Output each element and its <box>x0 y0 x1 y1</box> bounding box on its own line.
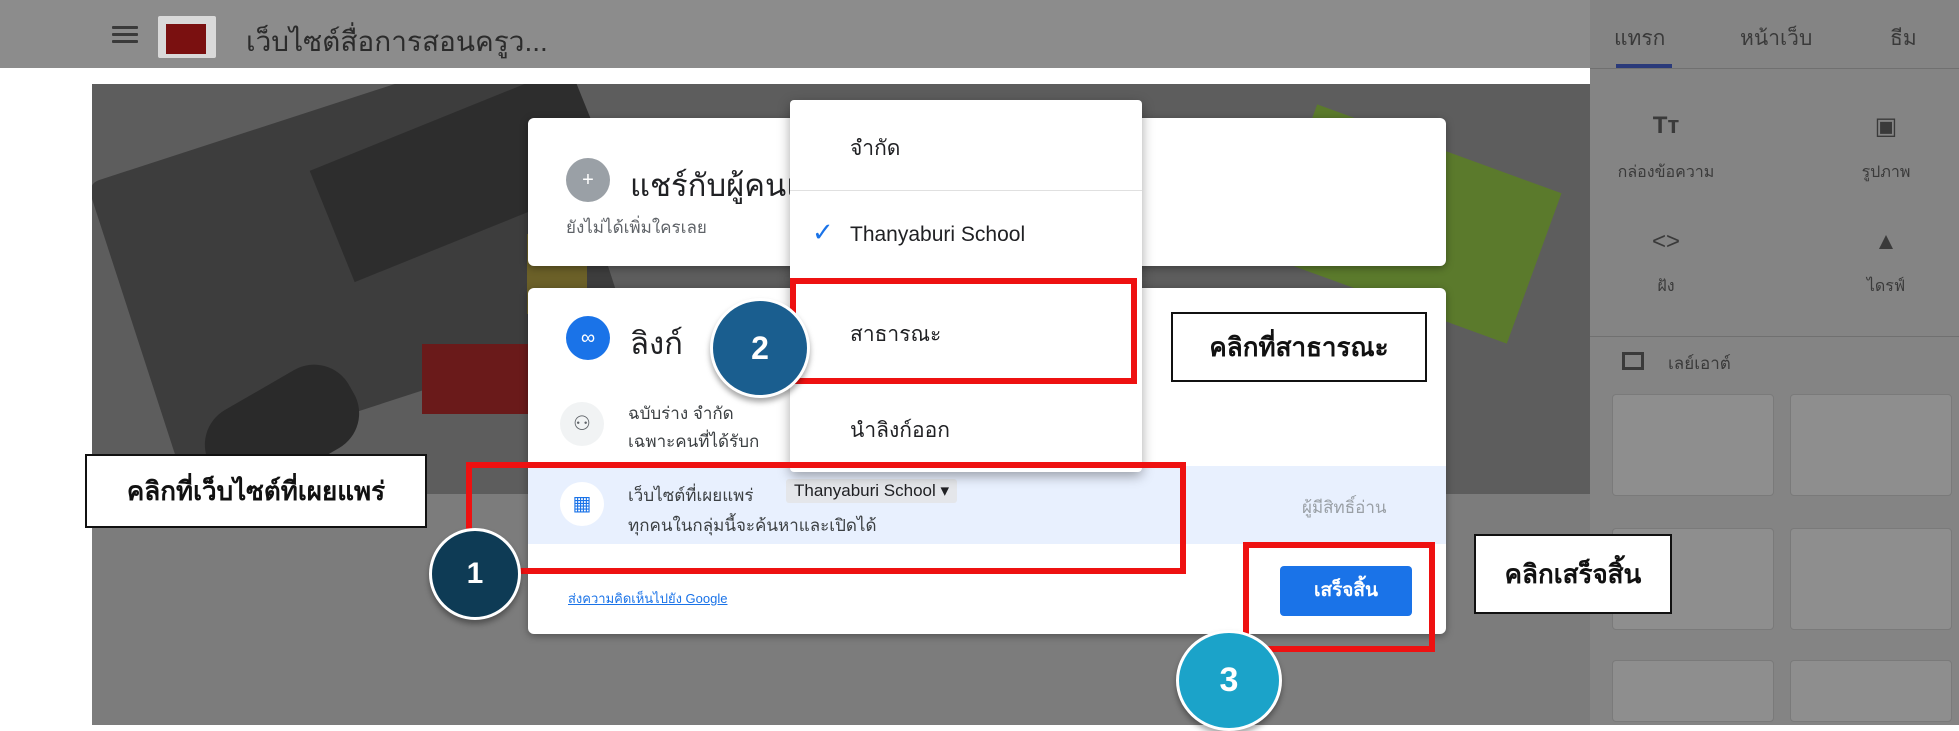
layout-option[interactable] <box>1790 660 1952 722</box>
link-icon: ∞ <box>566 316 610 360</box>
menu-item-label: Thanyaburi School <box>850 223 1026 246</box>
layouts-label: เลย์เอาต์ <box>1668 354 1731 373</box>
step-badge-3: 3 <box>1176 630 1282 731</box>
menu-item-remove-link[interactable]: นำลิงก์ออก <box>790 382 1142 472</box>
people-icon: ⚇ <box>560 402 604 446</box>
layout-option[interactable] <box>1790 394 1952 496</box>
image-icon[interactable]: ▣ <box>1836 112 1936 141</box>
tab-pages[interactable]: หน้าเว็บ <box>1740 22 1812 55</box>
layout-option[interactable] <box>1790 528 1952 630</box>
layout-option[interactable] <box>1612 394 1774 496</box>
drive-icon[interactable]: ▲ <box>1836 228 1936 256</box>
step-badge-1: 1 <box>429 528 521 620</box>
site-logo <box>158 16 216 58</box>
layout-icon <box>1622 352 1644 370</box>
callout-click-public: คลิกที่สาธารณะ <box>1171 312 1427 382</box>
highlight-public-option <box>790 278 1137 384</box>
panel-divider-2 <box>1590 336 1959 337</box>
menu-item-thanyaburi-school[interactable]: ✓ Thanyaburi School <box>790 191 1142 281</box>
embed-icon[interactable]: <> <box>1616 228 1716 256</box>
tab-themes[interactable]: ธีม <box>1890 22 1917 55</box>
send-feedback-link[interactable]: ส่งความคิดเห็นไปยัง Google <box>568 588 727 609</box>
draft-access-description: เฉพาะคนที่ได้รับก <box>628 432 760 451</box>
embed-label: ฝัง <box>1657 278 1675 295</box>
menu-item-label: จำกัด <box>850 137 901 160</box>
link-card-title: ลิงก์ <box>630 326 683 361</box>
image-label: รูปภาพ <box>1861 164 1911 181</box>
add-person-icon: + <box>566 158 610 202</box>
text-box-icon[interactable]: Tт <box>1616 112 1716 140</box>
layout-option[interactable] <box>1612 660 1774 722</box>
permission-label[interactable]: ผู้มีสิทธิ์อ่าน <box>1302 494 1387 521</box>
draft-access-line[interactable]: ฉบับร่าง จำกัด <box>628 400 734 427</box>
hamburger-menu-icon[interactable] <box>112 26 138 44</box>
menu-item-restricted[interactable]: จำกัด <box>790 100 1142 190</box>
text-box-label: กล่องข้อความ <box>1617 164 1715 181</box>
site-header <box>0 0 1590 68</box>
highlight-published-row <box>466 462 1186 574</box>
checkmark-icon: ✓ <box>812 217 834 247</box>
menu-item-label: นำลิงก์ออก <box>850 419 950 442</box>
panel-divider <box>1590 68 1959 69</box>
highlight-done-button <box>1243 542 1435 652</box>
tab-insert[interactable]: แทรก <box>1614 22 1665 55</box>
share-card-subtitle: ยังไม่ได้เพิ่มใครเลย <box>566 218 707 237</box>
share-card-title: แชร์กับผู้คนแ <box>630 168 807 203</box>
site-title[interactable]: เว็บไซต์สื่อการสอนครูว... <box>246 20 548 64</box>
callout-click-published-site: คลิกที่เว็บไซต์ที่เผยแพร่ <box>85 454 427 528</box>
step-badge-2: 2 <box>710 298 810 398</box>
callout-click-done: คลิกเสร็จสิ้น <box>1474 534 1672 614</box>
drive-label: ไดรฟ์ <box>1866 278 1906 295</box>
